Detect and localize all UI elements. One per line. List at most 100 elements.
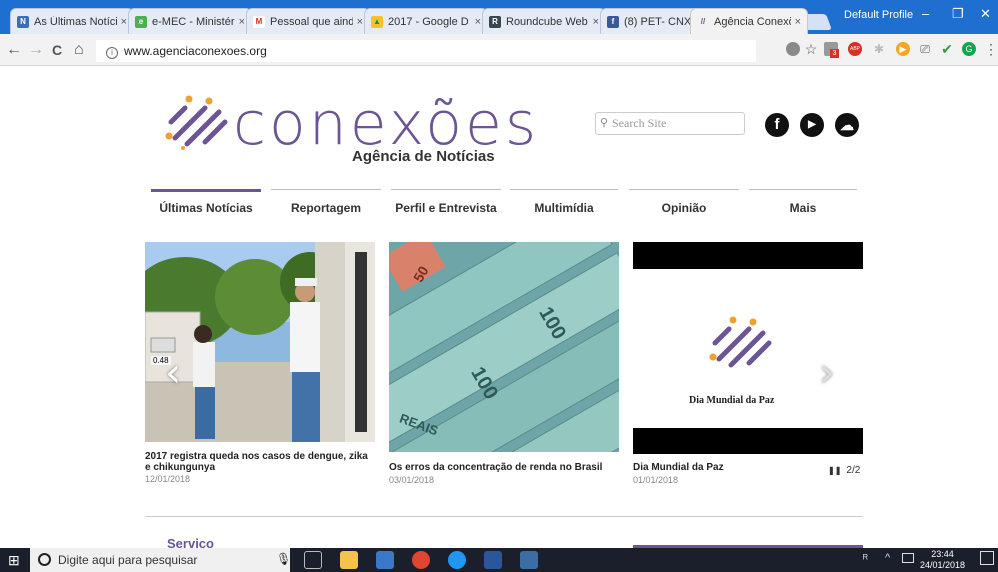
tab-title: e-MEC - Ministér — [152, 15, 235, 28]
card-image-renda[interactable]: 50 100 100 REAIS — [389, 242, 619, 452]
roundcube-icon: R — [489, 15, 501, 28]
extension-icon[interactable]: ▶ — [896, 42, 910, 56]
conexoes-logo-icon — [709, 316, 772, 368]
windows-taskbar: ⊞ Digite aqui para pesquisar 🎙 ᴿ ^ 23:44… — [0, 548, 998, 572]
gmail-icon: M — [253, 15, 265, 28]
facebook-icon[interactable]: f — [765, 113, 789, 137]
cast-icon[interactable]: ⎚ — [918, 42, 932, 56]
extension-icon[interactable]: ✱ — [872, 42, 886, 56]
nav-multimidia[interactable]: Multimídia — [510, 189, 618, 219]
tab-title: Pessoal que aind — [270, 15, 353, 28]
menu-icon[interactable]: ⋮ — [984, 42, 998, 56]
task-view-icon[interactable] — [304, 551, 322, 569]
microphone-icon[interactable]: 🎙 — [276, 552, 291, 566]
site-search-input[interactable]: ⚲ Search Site — [595, 112, 745, 135]
facebook-favicon-icon: f — [607, 15, 619, 28]
back-button[interactable]: ← — [6, 41, 22, 59]
home-button[interactable]: ⌂ — [74, 41, 84, 59]
search-placeholder: Search Site — [612, 116, 667, 130]
nav-perfil-entrevista[interactable]: Perfil e Entrevista — [391, 189, 501, 219]
image-letterbox-top — [633, 242, 863, 269]
nav-reportagem[interactable]: Reportagem — [271, 189, 381, 219]
news-favicon-icon: N — [17, 15, 29, 28]
browser-tab-bar: N As Últimas Notíci × e e-MEC - Ministér… — [0, 0, 998, 34]
chrome-icon[interactable] — [412, 551, 430, 569]
nav-opiniao[interactable]: Opinião — [629, 189, 739, 219]
tab-title: Agência Conexõe — [714, 15, 791, 28]
browser-tab-active[interactable]: // Agência Conexõe × — [690, 8, 808, 34]
taskbar-search-box[interactable]: Digite aqui para pesquisar — [30, 548, 290, 572]
browser-tab[interactable]: M Pessoal que aind × — [246, 8, 370, 34]
browser-tab[interactable]: ▲ 2017 - Google D × — [364, 8, 488, 34]
card-caption[interactable]: 2017 registra queda nos casos de dengue,… — [145, 451, 375, 473]
youtube-icon[interactable]: ▶ — [800, 113, 824, 137]
nav-ultimas-noticias[interactable]: Últimas Notícias — [151, 189, 261, 219]
cortana-icon — [38, 553, 51, 566]
card-date: 12/01/2018 — [145, 474, 191, 484]
slider-next-arrow-icon[interactable]: › — [819, 350, 835, 396]
taskbar-search-placeholder: Digite aqui para pesquisar — [58, 553, 198, 567]
conexoes-favicon-icon: // — [697, 15, 709, 28]
card-image-dengue[interactable]: 0.48 ‹ — [145, 242, 375, 442]
search-icon: ⚲ — [600, 117, 609, 129]
url-field[interactable]: i www.agenciaconexoes.org — [96, 40, 756, 62]
tab-title: Roundcube Web — [506, 15, 588, 28]
card-caption[interactable]: Dia Mundial da Paz — [633, 462, 813, 473]
clock-time: 23:44 — [931, 549, 954, 559]
browser-tab[interactable]: R Roundcube Web × — [482, 8, 606, 34]
close-tab-icon[interactable]: × — [121, 16, 127, 28]
card-date: 03/01/2018 — [389, 475, 435, 485]
tab-title: 2017 - Google D — [388, 15, 469, 28]
google-drive-icon: ▲ — [371, 15, 383, 28]
close-window-button[interactable]: ✕ — [980, 6, 991, 22]
taskbar-clock[interactable]: 23:44 24/01/2018 — [920, 549, 965, 571]
store-icon[interactable] — [376, 551, 394, 569]
minimize-button[interactable]: – — [922, 6, 929, 21]
windows-start-icon[interactable]: ⊞ — [8, 552, 20, 569]
slider-prev-arrow-icon[interactable]: ‹ — [165, 350, 181, 396]
clock-date: 24/01/2018 — [920, 560, 966, 570]
file-explorer-icon[interactable] — [340, 551, 358, 569]
slider-pager: ❚❚ 2/2 — [828, 465, 860, 476]
card-image-paz[interactable]: Dia Mundial da Paz › — [633, 242, 863, 454]
extension-badge: 3 — [830, 49, 839, 58]
forward-button[interactable]: → — [28, 41, 44, 59]
url-text: www.agenciaconexoes.org — [124, 44, 267, 58]
browser-tab[interactable]: e e-MEC - Ministér × — [128, 8, 252, 34]
word-icon[interactable] — [484, 551, 502, 569]
close-tab-icon[interactable]: × — [593, 16, 599, 28]
adblock-icon[interactable]: ABP — [848, 42, 862, 56]
grammarly-icon[interactable]: G — [962, 42, 976, 56]
close-tab-icon[interactable]: × — [357, 16, 363, 28]
battery-icon[interactable] — [902, 553, 914, 563]
checkmark-icon[interactable]: ✔ — [940, 42, 954, 56]
soundcloud-icon[interactable]: ☁ — [835, 113, 859, 137]
close-tab-icon[interactable]: × — [475, 16, 481, 28]
reload-button[interactable]: C — [52, 42, 62, 58]
tray-chevron-icon[interactable]: ^ — [885, 552, 890, 564]
close-tab-icon[interactable]: × — [795, 16, 801, 28]
skype-icon[interactable] — [448, 551, 466, 569]
tab-title: As Últimas Notíci — [34, 15, 117, 28]
people-icon[interactable]: ᴿ — [863, 553, 868, 565]
image-caption-text: Dia Mundial da Paz — [689, 395, 775, 406]
browser-tab[interactable]: N As Últimas Notíci × — [10, 8, 134, 34]
notifications-icon[interactable] — [980, 551, 994, 565]
nav-mais[interactable]: Mais — [749, 189, 857, 219]
image-letterbox-bottom — [633, 428, 863, 454]
brand-subtitle: Agência de Notícias — [352, 148, 495, 165]
info-icon[interactable]: i — [106, 47, 118, 59]
emec-favicon-icon: e — [135, 15, 147, 28]
restore-button[interactable]: ❐ — [952, 6, 964, 22]
extension-icon[interactable]: 3 — [824, 42, 839, 58]
dengue-photo — [145, 242, 375, 442]
card-caption[interactable]: Os erros da concentração de renda no Bra… — [389, 462, 629, 473]
close-tab-icon[interactable]: × — [239, 16, 245, 28]
pause-icon[interactable]: ❚❚ — [828, 466, 841, 475]
bookmark-star-icon[interactable]: ☆ — [804, 42, 818, 56]
slider-page-count: 2/2 — [846, 465, 861, 476]
card-date: 01/01/2018 — [633, 475, 679, 485]
photos-icon[interactable] — [520, 551, 538, 569]
profile-label[interactable]: Default Profile — [844, 9, 913, 21]
translate-icon[interactable] — [786, 42, 800, 56]
